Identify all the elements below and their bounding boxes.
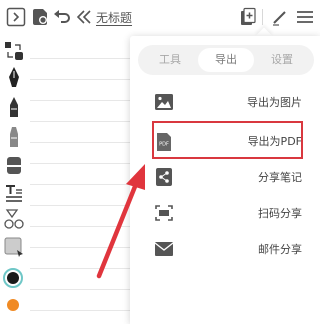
shapes-icon[interactable] [3,208,25,230]
color-swatch-orange[interactable] [7,299,19,311]
document-title[interactable]: 无标题 [96,9,132,26]
lasso-select-icon[interactable] [3,40,25,62]
menu-item-label: 扫码分享 [258,207,302,220]
menu-item-share-note[interactable]: 分享笔记 [130,159,320,195]
fountain-pen-icon[interactable] [3,66,25,88]
undo-icon[interactable] [52,7,72,27]
sidebar-toggle-icon[interactable] [6,7,26,27]
cloud-save-icon[interactable] [30,7,50,27]
export-menu-panel: 工具 导出 设置 导出为图片 PDF 导出为PDF 分享笔记 扫码分享 邮件分享 [130,36,320,324]
top-toolbar: 无标题 [0,0,320,34]
highlight-box [152,121,303,159]
pencil-icon[interactable] [3,96,25,118]
share-icon [156,168,172,186]
selection-box-icon[interactable] [3,236,25,258]
double-chevron-left-icon[interactable] [74,7,94,27]
left-tool-column [0,36,30,324]
pen-edit-icon[interactable] [270,7,290,27]
qr-scan-icon [155,205,173,221]
eraser-icon[interactable] [3,154,25,176]
tab-settings[interactable]: 设置 [254,48,310,72]
menu-item-mail-share[interactable]: 邮件分享 [130,231,320,267]
menu-item-label: 导出为图片 [247,96,302,109]
add-page-icon[interactable] [238,7,258,27]
menu-item-label: 邮件分享 [258,243,302,256]
highlighter-icon[interactable] [3,126,25,148]
toolbar-divider [262,9,263,25]
menu-icon[interactable] [295,7,315,27]
menu-item-scan-share[interactable]: 扫码分享 [130,195,320,231]
menu-item-label: 分享笔记 [258,171,302,184]
mail-icon [154,242,174,256]
menu-tabs: 工具 导出 设置 [138,45,314,75]
menu-item-export-image[interactable]: 导出为图片 [130,84,320,120]
text-tool-icon[interactable] [3,182,25,204]
color-swatch-black[interactable] [3,268,23,288]
tab-tools[interactable]: 工具 [142,48,198,72]
tab-export[interactable]: 导出 [198,48,254,72]
image-icon [155,94,173,110]
